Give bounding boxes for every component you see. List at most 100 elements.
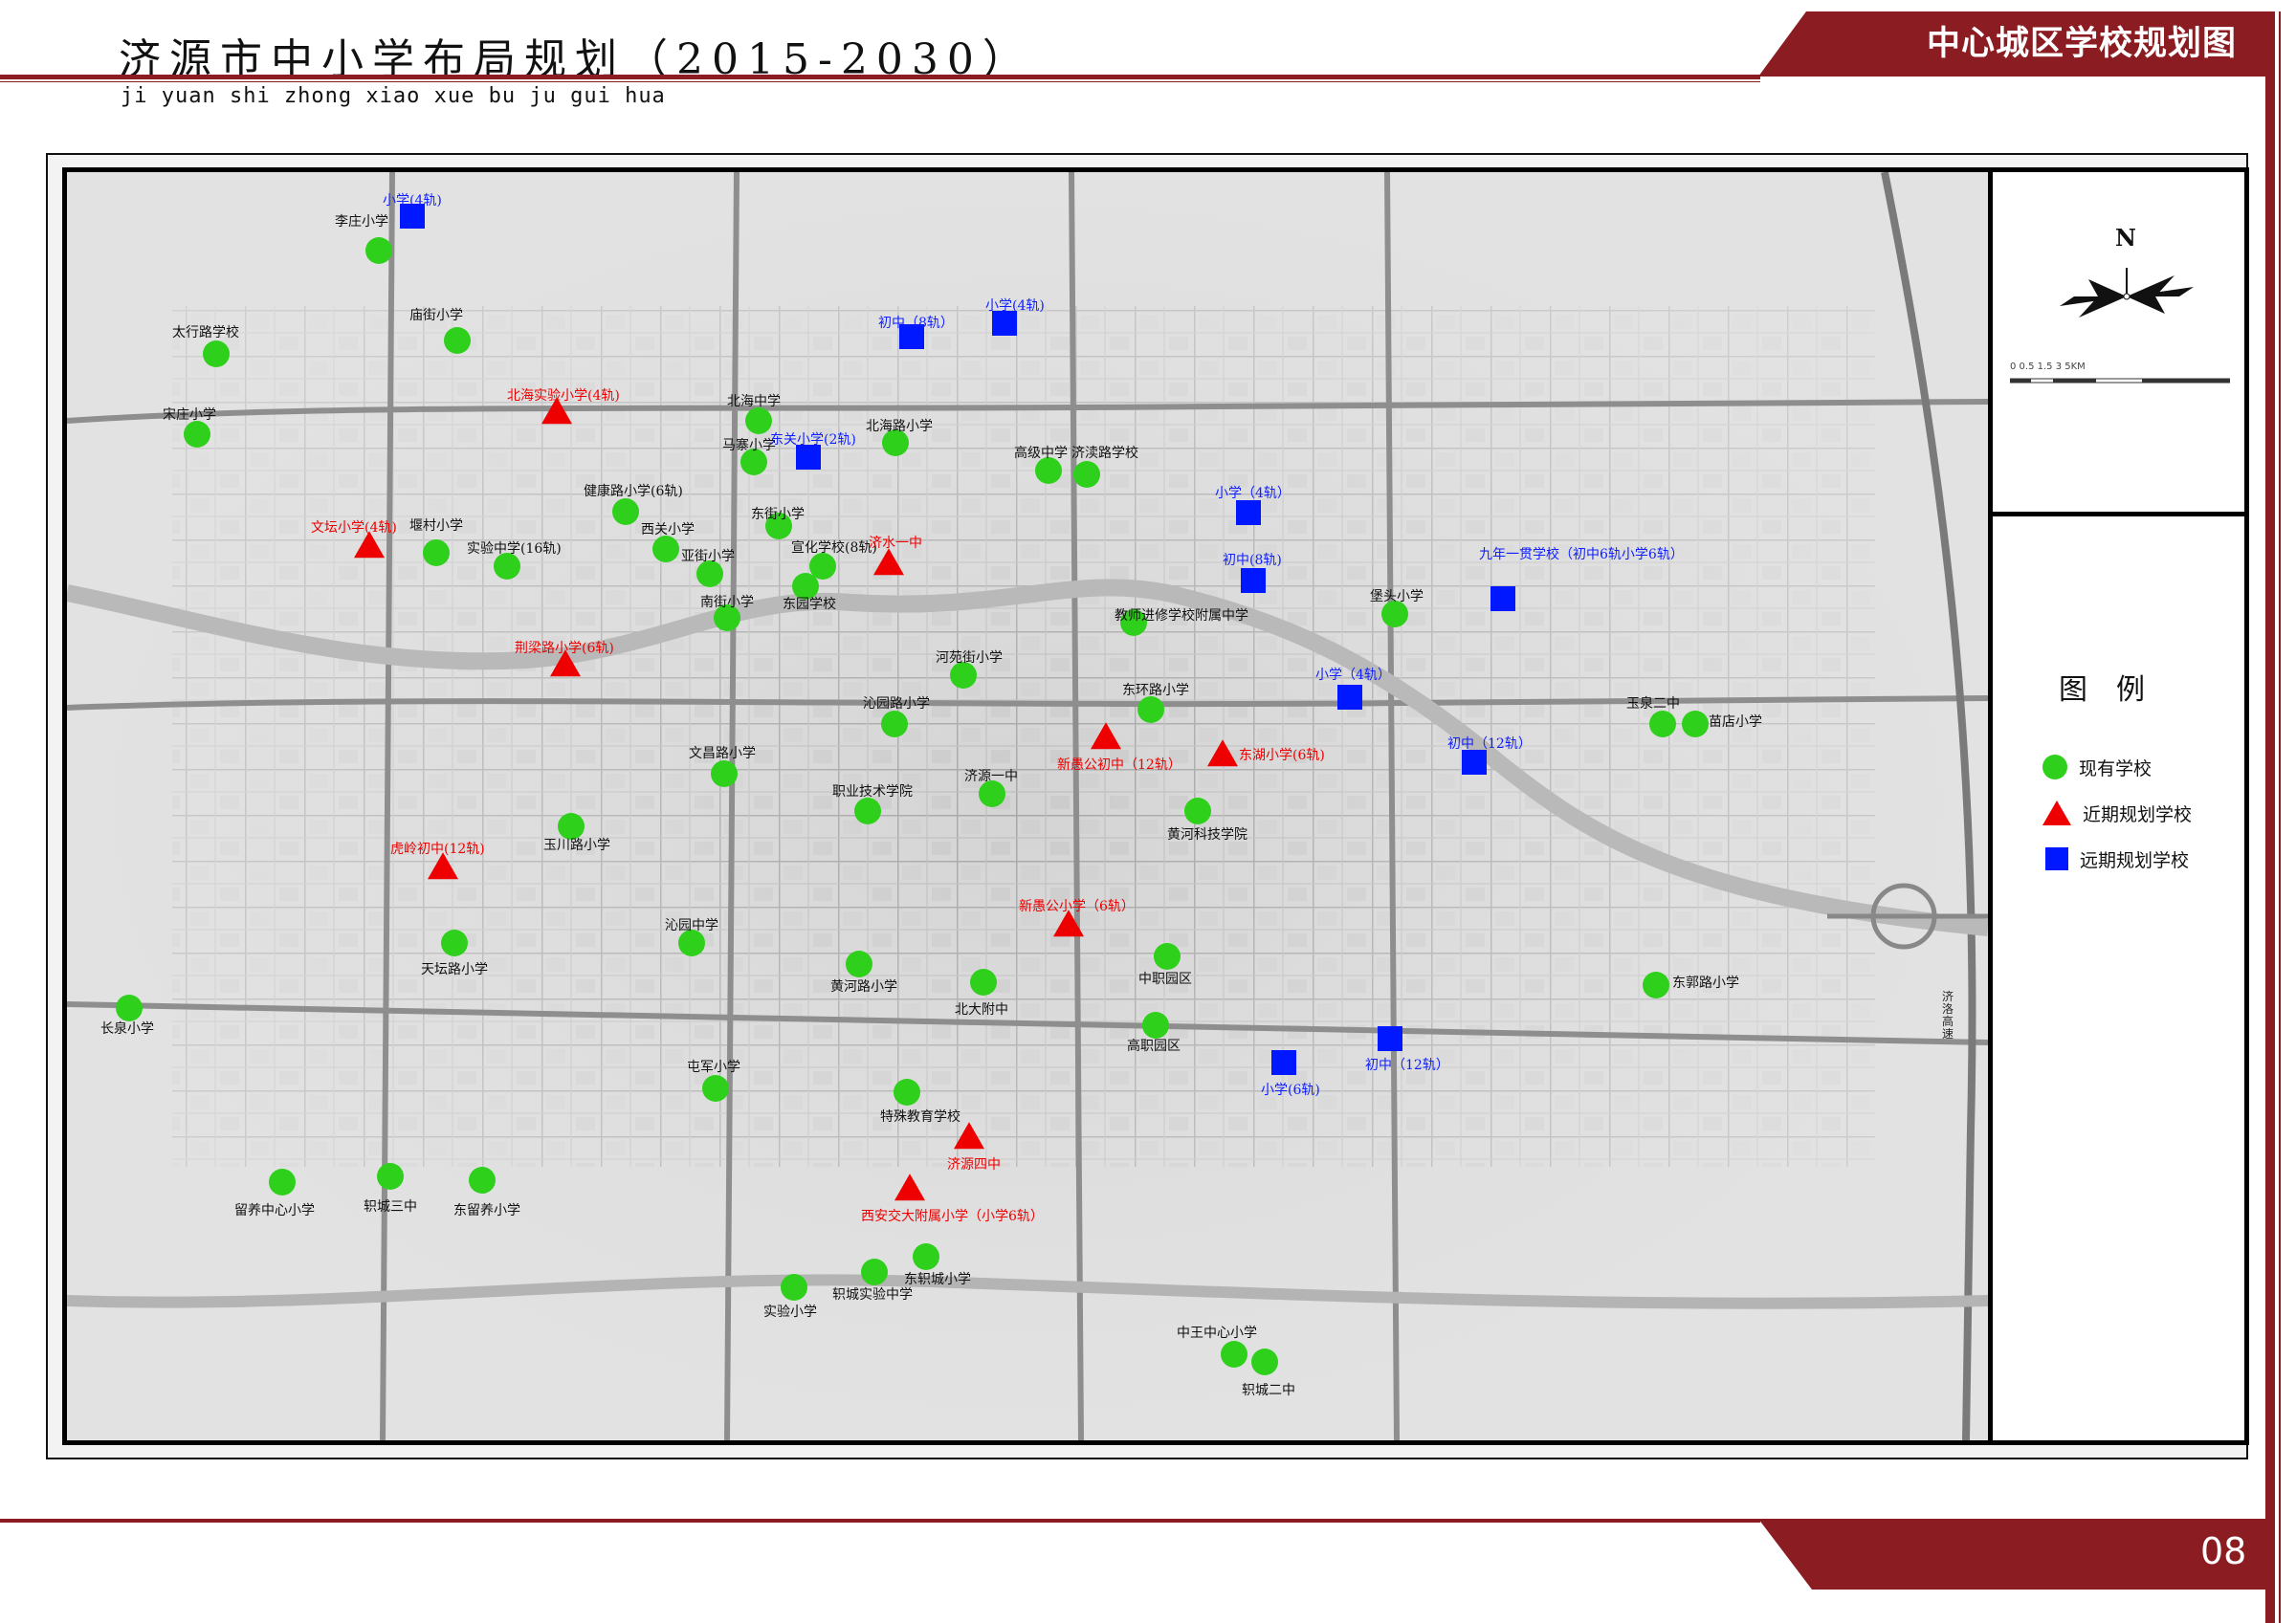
near-term-school-marker[interactable] — [1091, 722, 1121, 750]
existing-school-marker[interactable] — [444, 327, 471, 354]
school-label: 南街小学 — [700, 595, 754, 610]
school-label: 轵城实验中学 — [832, 1287, 913, 1303]
existing-school-marker[interactable] — [678, 930, 705, 956]
long-term-school-marker[interactable] — [1462, 750, 1487, 775]
school-label: 特殊教育学校 — [880, 1109, 960, 1125]
near-term-school-marker[interactable] — [873, 548, 904, 576]
legend-item-long-term: 远期规划学校 — [2042, 844, 2189, 873]
long-term-school-marker[interactable] — [1271, 1050, 1296, 1075]
legend-label: 近期规划学校 — [2083, 803, 2193, 825]
map-base — [67, 172, 1988, 1440]
school-label: 小学(4轨) — [985, 298, 1045, 314]
near-term-school-marker[interactable] — [894, 1173, 925, 1201]
existing-school-marker[interactable] — [702, 1075, 729, 1102]
existing-school-marker[interactable] — [184, 421, 210, 448]
existing-school-marker[interactable] — [881, 711, 908, 737]
existing-school-marker[interactable] — [116, 995, 143, 1021]
existing-school-marker[interactable] — [781, 1274, 807, 1301]
existing-school-marker[interactable] — [894, 1079, 920, 1106]
school-label: 河苑街小学 — [936, 650, 1003, 666]
school-label: 北海中学 — [727, 394, 781, 409]
long-term-school-marker[interactable] — [1378, 1026, 1402, 1051]
school-label: 苗店小学 — [1709, 714, 1762, 730]
existing-school-marker[interactable] — [1649, 711, 1676, 737]
existing-school-marker[interactable] — [696, 560, 723, 587]
existing-school-marker[interactable] — [441, 930, 468, 956]
scale-bar-label: 0 0.5 1.5 3 5KM — [2010, 362, 2086, 372]
existing-school-marker[interactable] — [612, 498, 639, 525]
school-label: 西关小学 — [641, 522, 695, 537]
school-label: 东关小学(2轨) — [770, 432, 856, 448]
existing-school-marker[interactable] — [423, 539, 450, 566]
near-term-school-marker[interactable] — [1207, 739, 1238, 767]
school-label: 沁园路小学 — [863, 696, 930, 712]
school-label: 黄河科技学院 — [1167, 827, 1247, 843]
school-label: 天坛路小学 — [421, 962, 488, 977]
school-label: 济源四中 — [947, 1157, 1001, 1173]
school-label: 宣化学校(8轨) — [791, 540, 877, 556]
existing-school-marker[interactable] — [745, 407, 772, 434]
school-label: 小学(6轨) — [1261, 1083, 1320, 1098]
existing-school-marker[interactable] — [1154, 943, 1181, 970]
existing-school-marker[interactable] — [494, 553, 520, 580]
long-term-school-marker[interactable] — [992, 311, 1017, 336]
school-label: 初中（12轨） — [1365, 1058, 1449, 1073]
school-label: 东轵城小学 — [904, 1272, 971, 1287]
long-term-school-marker[interactable] — [1337, 685, 1362, 710]
existing-school-marker[interactable] — [269, 1169, 296, 1195]
existing-school-marker[interactable] — [203, 340, 230, 367]
legend-item-near-term: 近期规划学校 — [2042, 799, 2192, 827]
school-label: 轵城三中 — [364, 1199, 417, 1215]
school-plan-map[interactable]: 济洛高速 李庄小学 庙街小学 太行路学校 宋庄小学 北海中学 马寨小学 北海路小学 高级中学济… — [62, 167, 1993, 1445]
long-term-school-marker[interactable] — [796, 445, 821, 470]
existing-school-marker[interactable] — [913, 1243, 939, 1270]
existing-school-marker[interactable] — [469, 1167, 496, 1194]
school-label: 职业技术学院 — [832, 784, 913, 800]
school-label: 北海实验小学(4轨) — [507, 388, 620, 404]
school-label: 实验中学(16轨) — [467, 541, 562, 557]
existing-school-marker[interactable] — [854, 798, 881, 824]
school-label: 轵城二中 — [1242, 1383, 1295, 1398]
school-label: 留养中心小学 — [234, 1203, 315, 1218]
school-label: 新愚公小学（6轨） — [1019, 899, 1135, 914]
scale-bar — [2010, 378, 2230, 384]
existing-school-marker[interactable] — [377, 1163, 404, 1190]
existing-school-marker[interactable] — [1035, 457, 1062, 484]
existing-school-marker[interactable] — [970, 969, 997, 996]
school-label: 新愚公初中（12轨） — [1057, 757, 1181, 773]
long-term-school-marker[interactable] — [1241, 568, 1266, 593]
existing-school-marker[interactable] — [1073, 461, 1100, 488]
school-label: 初中（8轨） — [878, 316, 954, 331]
legend-label: 现有学校 — [2079, 757, 2152, 779]
existing-school-marker[interactable] — [950, 662, 977, 689]
long-term-school-marker[interactable] — [1490, 586, 1515, 611]
school-label: 小学（4轨） — [1315, 668, 1391, 683]
long-term-school-marker[interactable] — [1236, 500, 1261, 525]
header-divider — [0, 75, 1760, 79]
school-label: 东园学校 — [783, 597, 836, 612]
green-circle-icon — [2042, 755, 2067, 779]
existing-school-marker[interactable] — [1184, 798, 1211, 824]
existing-school-marker[interactable] — [979, 780, 1005, 807]
existing-school-marker[interactable] — [846, 951, 872, 977]
existing-school-marker[interactable] — [558, 813, 585, 840]
existing-school-marker[interactable] — [1137, 696, 1164, 723]
school-label: 北大附中 — [955, 1002, 1008, 1018]
school-label: 沁园中学 — [665, 918, 718, 933]
existing-school-marker[interactable] — [365, 237, 392, 264]
school-label: 东郭路小学 — [1672, 976, 1739, 991]
existing-school-marker[interactable] — [861, 1259, 888, 1285]
school-label: 东湖小学(6轨) — [1239, 748, 1325, 763]
existing-school-marker[interactable] — [1643, 972, 1669, 998]
existing-school-marker[interactable] — [1142, 1012, 1169, 1039]
legend-item-existing: 现有学校 — [2042, 753, 2152, 781]
existing-school-marker[interactable] — [1682, 711, 1709, 737]
school-label: 实验小学 — [763, 1305, 817, 1320]
existing-school-marker[interactable] — [1221, 1341, 1247, 1368]
existing-school-marker[interactable] — [1251, 1349, 1278, 1375]
existing-school-marker[interactable] — [792, 573, 819, 600]
existing-school-marker[interactable] — [652, 536, 679, 562]
near-term-school-marker[interactable] — [954, 1122, 984, 1150]
existing-school-marker[interactable] — [1381, 601, 1408, 627]
existing-school-marker[interactable] — [711, 760, 738, 787]
